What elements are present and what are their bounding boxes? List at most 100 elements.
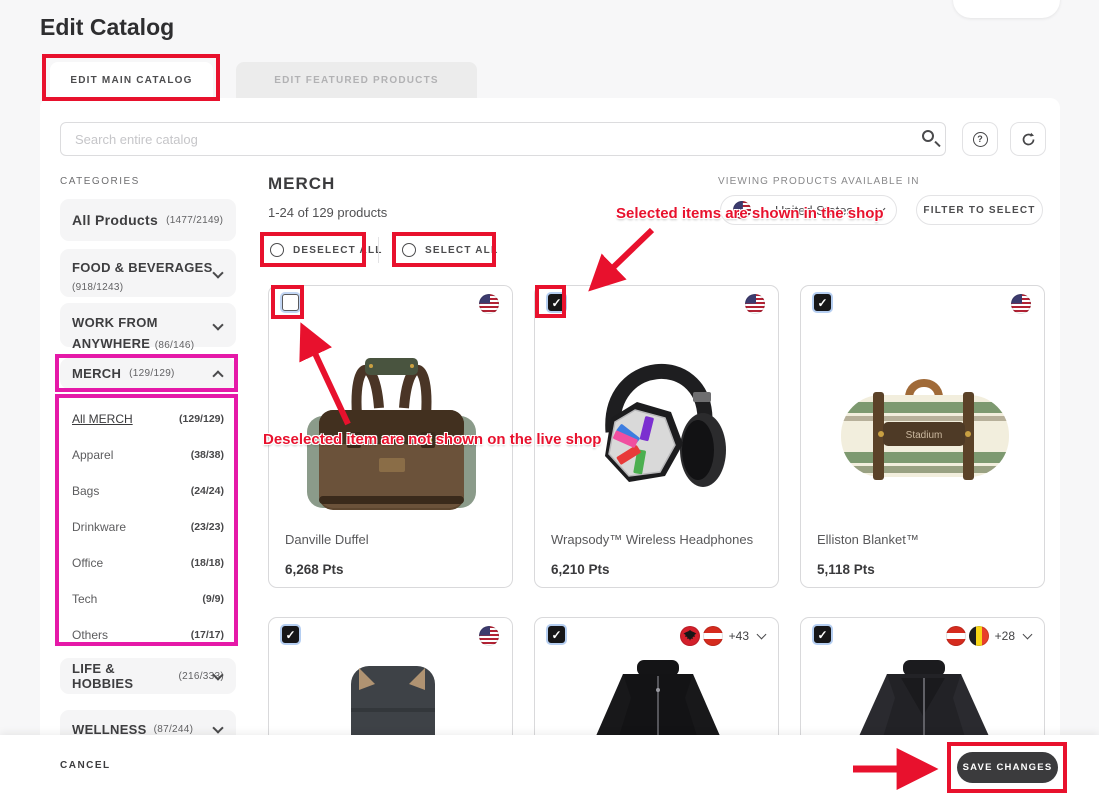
edit-catalog-page: NEW IN SHOP Edit Catalog EDIT MAIN CATAL… <box>0 0 1099 796</box>
chevron-down-icon[interactable] <box>756 629 767 640</box>
product-name: Wrapsody™ Wireless Headphones <box>551 532 754 547</box>
search-input[interactable] <box>60 122 946 156</box>
search-icon[interactable] <box>922 130 934 142</box>
select-all-label: SELECT ALL <box>425 244 499 256</box>
subcategory-count: (9/9) <box>202 593 224 605</box>
check-icon: ✓ <box>551 627 562 642</box>
subcategory-office[interactable]: Office (18/18) <box>72 545 224 581</box>
tab-label: EDIT MAIN CATALOG <box>70 75 193 86</box>
check-icon: ✓ <box>817 627 828 642</box>
subcategory-label: Office <box>72 556 104 570</box>
subcategory-label: Others <box>72 628 109 642</box>
chevron-down-icon <box>212 722 224 734</box>
sidebar-item-merch[interactable]: MERCH (129/129) <box>60 358 236 389</box>
search-wrap <box>60 122 946 156</box>
category-label: WORK FROM ANYWHERE <box>72 315 158 351</box>
tab-edit-main-catalog[interactable]: EDIT MAIN CATALOG <box>50 62 213 99</box>
country-dropdown[interactable]: United States <box>720 195 897 225</box>
product-checkbox[interactable]: ✓ <box>814 626 831 643</box>
deselect-all-label: DESELECT ALL <box>293 244 383 256</box>
filter-to-select-button[interactable]: FILTER TO SELECT <box>916 195 1043 225</box>
subcategory-count: (18/18) <box>190 557 224 569</box>
subcategory-bags[interactable]: Bags (24/24) <box>72 473 224 509</box>
product-points: 5,118 Pts <box>817 562 875 577</box>
us-flag-icon <box>733 201 751 219</box>
deselect-all-button[interactable]: DESELECT ALL <box>270 239 383 261</box>
category-count: (1477/2149) <box>166 214 224 226</box>
product-checkbox[interactable]: ✓ <box>548 626 565 643</box>
help-icon: ? <box>972 131 988 147</box>
sidebar-item-life-hobbies[interactable]: LIFE & HOBBIES (216/333) <box>60 658 236 694</box>
categories-heading: CATEGORIES <box>60 176 140 187</box>
product-points: 6,268 Pts <box>285 562 344 577</box>
chevron-up-icon <box>212 370 224 382</box>
subcategory-count: (24/24) <box>190 485 224 497</box>
product-checkbox[interactable]: ✓ <box>814 294 831 311</box>
divider <box>378 237 379 263</box>
chevron-down-icon <box>212 267 224 279</box>
product-checkbox[interactable]: ✓ <box>548 294 565 311</box>
product-image-elliston-blanket: Stadium <box>829 338 1018 522</box>
product-points: 6,210 Pts <box>551 562 610 577</box>
austria-flag-icon <box>945 626 966 646</box>
subcategory-label: Apparel <box>72 448 114 462</box>
check-icon: ✓ <box>817 295 828 310</box>
subcategory-label: Tech <box>72 592 98 606</box>
help-button[interactable]: ? <box>962 122 998 156</box>
category-count: (918/1243) <box>72 282 124 293</box>
more-countries-count: +28 <box>994 629 1015 643</box>
flag-row: +28 <box>945 626 1033 646</box>
radio-icon <box>270 243 284 257</box>
product-name: Elliston Blanket™ <box>817 532 919 547</box>
refresh-button[interactable] <box>1010 122 1046 156</box>
tab-edit-featured-products[interactable]: EDIT FEATURED PRODUCTS <box>236 62 477 99</box>
product-checkbox[interactable] <box>282 294 299 311</box>
save-changes-button[interactable]: SAVE CHANGES <box>957 752 1058 783</box>
subcategory-count: (38/38) <box>190 449 224 461</box>
subcategory-others[interactable]: Others (17/17) <box>72 617 224 653</box>
albania-flag-icon <box>679 626 700 646</box>
sidebar-item-all-products[interactable]: All Products (1477/2149) <box>60 199 236 241</box>
subcategory-apparel[interactable]: Apparel (38/38) <box>72 437 224 473</box>
section-heading: MERCH <box>268 174 336 193</box>
product-card-elliston-blanket[interactable]: ✓ Stadium Elliston Blanket™ 5,118 Pts <box>800 285 1045 588</box>
category-count: (86/146) <box>154 339 195 351</box>
subcategory-all-merch[interactable]: All MERCH (129/129) <box>72 401 224 437</box>
footer-bar: CANCEL SAVE CHANGES <box>0 735 1099 796</box>
category-label: All Products <box>72 212 159 228</box>
subcategory-label: All MERCH <box>72 412 133 426</box>
viewing-products-label: VIEWING PRODUCTS AVAILABLE IN <box>718 176 920 187</box>
subcategory-tech[interactable]: Tech (9/9) <box>72 581 224 617</box>
sidebar-item-work-from-anywhere[interactable]: WORK FROM ANYWHERE (86/146) <box>60 303 236 351</box>
subcategory-count: (129/129) <box>179 413 224 425</box>
us-flag-icon <box>479 294 499 314</box>
product-checkbox[interactable]: ✓ <box>282 626 299 643</box>
filter-label: FILTER TO SELECT <box>923 204 1036 216</box>
check-icon: ✓ <box>551 295 562 310</box>
sidebar-item-food-beverages[interactable]: FOOD & BEVERAGES (918/1243) <box>60 249 236 297</box>
cancel-button[interactable]: CANCEL <box>60 760 111 771</box>
select-all-button[interactable]: SELECT ALL <box>402 239 498 261</box>
subcategory-drinkware[interactable]: Drinkware (23/23) <box>72 509 224 545</box>
subcategory-count: (23/23) <box>190 521 224 533</box>
result-count: 1-24 of 129 products <box>268 205 388 220</box>
product-card-danville-duffel[interactable]: Danville Duffel 6,268 Pts <box>268 285 513 588</box>
new-in-shop-button[interactable]: NEW IN SHOP <box>953 0 1060 18</box>
category-label: LIFE & HOBBIES <box>72 661 134 691</box>
flag-row: +43 <box>679 626 767 646</box>
austria-flag-icon <box>702 626 723 646</box>
blanket-brand-label: Stadium <box>906 430 943 441</box>
tab-label: EDIT FEATURED PRODUCTS <box>274 75 439 86</box>
refresh-icon <box>1022 132 1034 145</box>
category-label: MERCH <box>72 366 122 381</box>
category-label: FOOD & BEVERAGES <box>72 260 213 275</box>
chevron-down-icon <box>875 203 886 214</box>
more-countries-count: +43 <box>728 629 749 643</box>
us-flag-icon <box>745 294 765 314</box>
product-image-wrapsody-headphones <box>563 338 752 522</box>
product-card-wrapsody-headphones[interactable]: ✓ Wrapsody™ Wireless Headphones 6,210 Pt… <box>534 285 779 588</box>
country-name: United States <box>774 202 854 218</box>
product-image-danville-duffel <box>297 338 486 522</box>
chevron-down-icon[interactable] <box>1022 629 1033 640</box>
merch-subcategory-list: All MERCH (129/129) Apparel (38/38) Bags… <box>60 397 236 657</box>
